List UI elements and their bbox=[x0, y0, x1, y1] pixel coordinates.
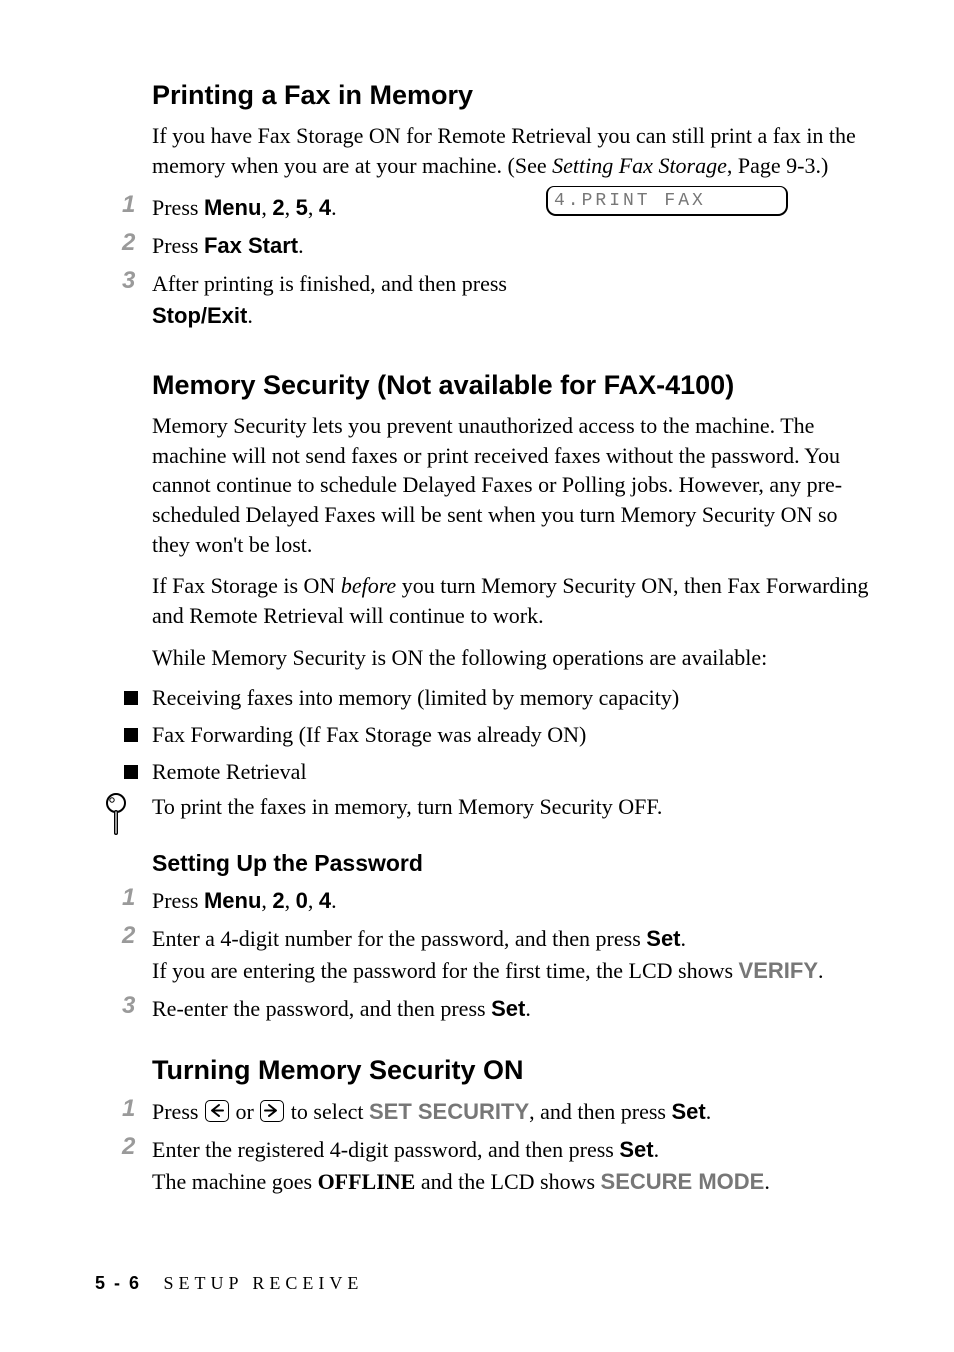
text: or bbox=[230, 1099, 259, 1124]
text-offline: OFFLINE bbox=[318, 1169, 416, 1194]
text: , bbox=[261, 195, 272, 220]
text: After printing is finished, and then pre… bbox=[152, 271, 507, 296]
display-set-security: SET SECURITY bbox=[369, 1099, 529, 1124]
text: . bbox=[654, 1137, 660, 1162]
step-number: 1 bbox=[122, 881, 135, 916]
step-number: 3 bbox=[122, 264, 135, 299]
page-footer: 5 - 6 SETUP RECEIVE bbox=[95, 1273, 363, 1294]
heading-memory-security: Memory Security (Not available for FAX-4… bbox=[152, 370, 874, 401]
step-number: 1 bbox=[122, 188, 135, 223]
text: . bbox=[681, 926, 687, 951]
step-number: 2 bbox=[122, 1130, 135, 1165]
step-1: 1 Press Menu, 2, 0, 4. bbox=[110, 885, 874, 917]
text: and the LCD shows bbox=[415, 1169, 600, 1194]
para-memsec-1: Memory Security lets you prevent unautho… bbox=[152, 411, 874, 559]
text: Enter the registered 4-digit password, a… bbox=[152, 1137, 619, 1162]
text: The machine goes bbox=[152, 1169, 318, 1194]
text: If Fax Storage is ON bbox=[152, 573, 341, 598]
key-fax-start: Fax Start bbox=[204, 233, 298, 258]
heading-printing-fax: Printing a Fax in Memory bbox=[152, 80, 874, 111]
note-text: To print the faxes in memory, turn Memor… bbox=[152, 794, 662, 819]
para-memsec-2: If Fax Storage is ON before you turn Mem… bbox=[152, 571, 874, 630]
lcd-display: 4.PRINT FAX bbox=[546, 186, 788, 216]
key-menu: Menu bbox=[204, 888, 261, 913]
list-item: Fax Forwarding (If Fax Storage was alrea… bbox=[110, 721, 874, 750]
display-secure-mode: SECURE MODE bbox=[601, 1169, 765, 1194]
text: , bbox=[261, 888, 272, 913]
step-number: 1 bbox=[122, 1092, 135, 1127]
intro-printing-fax: If you have Fax Storage ON for Remote Re… bbox=[152, 121, 874, 180]
key-set: Set bbox=[619, 1137, 653, 1162]
chapter-title: SETUP RECEIVE bbox=[164, 1273, 364, 1293]
text: Press bbox=[152, 233, 204, 258]
list-item: Receiving faxes into memory (limited by … bbox=[110, 684, 874, 713]
text: . bbox=[247, 303, 253, 328]
emphasis-before: before bbox=[341, 573, 396, 598]
key-2: 2 bbox=[272, 195, 284, 220]
bullet-list-operations: Receiving faxes into memory (limited by … bbox=[110, 684, 874, 786]
text: . bbox=[525, 996, 531, 1021]
key-set: Set bbox=[646, 926, 680, 951]
text: . bbox=[706, 1099, 712, 1124]
key-set: Set bbox=[491, 996, 525, 1021]
key-menu: Menu bbox=[204, 195, 261, 220]
step-number: 3 bbox=[122, 989, 135, 1024]
text: , bbox=[308, 195, 319, 220]
note-row: To print the faxes in memory, turn Memor… bbox=[110, 794, 874, 820]
key-4: 4 bbox=[319, 195, 331, 220]
heading-turning-memsec-on: Turning Memory Security ON bbox=[152, 1055, 874, 1086]
text: If you are entering the password for the… bbox=[152, 958, 739, 983]
step-number: 2 bbox=[122, 226, 135, 261]
key-2: 2 bbox=[272, 888, 284, 913]
text: Press bbox=[152, 1099, 204, 1124]
heading-setting-password: Setting Up the Password bbox=[152, 850, 874, 877]
key-4: 4 bbox=[319, 888, 331, 913]
text: , bbox=[308, 888, 319, 913]
text: to select bbox=[285, 1099, 369, 1124]
key-0: 0 bbox=[296, 888, 308, 913]
key-stop-exit: Stop/Exit bbox=[152, 303, 247, 328]
xref-setting-fax-storage: Setting Fax Storage bbox=[552, 153, 727, 178]
step-2: 2 Enter a 4-digit number for the passwor… bbox=[110, 923, 874, 987]
step-2: 2 Enter the registered 4-digit password,… bbox=[110, 1134, 874, 1198]
text: . bbox=[764, 1169, 770, 1194]
page-number: 5 - 6 bbox=[95, 1273, 141, 1293]
display-verify: VERIFY bbox=[739, 958, 818, 983]
step-3: 3 Re-enter the password, and then press … bbox=[110, 993, 874, 1025]
text: Press bbox=[152, 195, 204, 220]
text: Press bbox=[152, 888, 204, 913]
text: Enter a 4-digit number for the password,… bbox=[152, 926, 646, 951]
left-arrow-icon bbox=[205, 1100, 229, 1122]
text: , Page 9-3.) bbox=[727, 153, 828, 178]
text: . bbox=[331, 888, 337, 913]
text: . bbox=[331, 195, 337, 220]
key-5: 5 bbox=[296, 195, 308, 220]
para-memsec-3: While Memory Security is ON the followin… bbox=[152, 643, 874, 673]
step-1: 1 Press Menu, 2, 5, 4. bbox=[110, 192, 552, 224]
step-number: 2 bbox=[122, 919, 135, 954]
text: . bbox=[298, 233, 304, 258]
text: Re-enter the password, and then press bbox=[152, 996, 491, 1021]
key-set: Set bbox=[671, 1099, 705, 1124]
pushpin-icon bbox=[101, 793, 135, 837]
step-1: 1 Press or to select SET SECURITY, and t… bbox=[110, 1096, 874, 1128]
text: , and then press bbox=[529, 1099, 671, 1124]
text: , bbox=[285, 888, 296, 913]
steps-setting-password: 1 Press Menu, 2, 0, 4. 2 Enter a 4-digit… bbox=[110, 885, 874, 1025]
step-2: 2 Press Fax Start. bbox=[110, 230, 874, 262]
right-arrow-icon bbox=[260, 1100, 284, 1122]
step-3: 3 After printing is finished, and then p… bbox=[110, 268, 874, 332]
list-item: Remote Retrieval bbox=[110, 758, 874, 787]
steps-turning-on: 1 Press or to select SET SECURITY, and t… bbox=[110, 1096, 874, 1198]
text: . bbox=[818, 958, 824, 983]
text: , bbox=[285, 195, 296, 220]
